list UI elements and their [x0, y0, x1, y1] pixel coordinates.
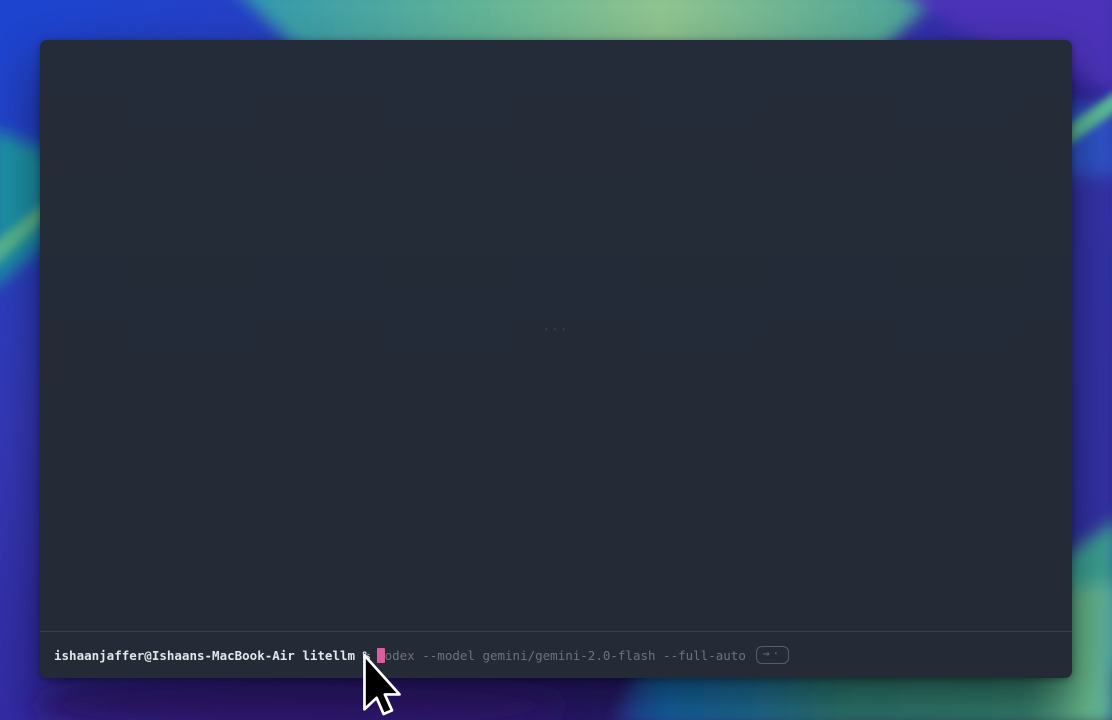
loading-dots: ···: [543, 323, 569, 336]
autosuggestion-text: odex --model gemini/gemini-2.0-flash --f…: [385, 648, 746, 663]
tab-hint-badge: →·: [756, 646, 789, 664]
text-cursor: c: [377, 648, 385, 663]
terminal-body[interactable]: ···: [40, 40, 1072, 630]
terminal-window[interactable]: ··· ishaanjaffer@Ishaans-MacBook-Air lit…: [40, 40, 1072, 678]
terminal-prompt-row[interactable]: ishaanjaffer@Ishaans-MacBook-Air litellm…: [40, 631, 1072, 678]
desktop: ··· ishaanjaffer@Ishaans-MacBook-Air lit…: [0, 0, 1112, 720]
shell-prompt-text: ishaanjaffer@Ishaans-MacBook-Air litellm…: [54, 648, 370, 663]
